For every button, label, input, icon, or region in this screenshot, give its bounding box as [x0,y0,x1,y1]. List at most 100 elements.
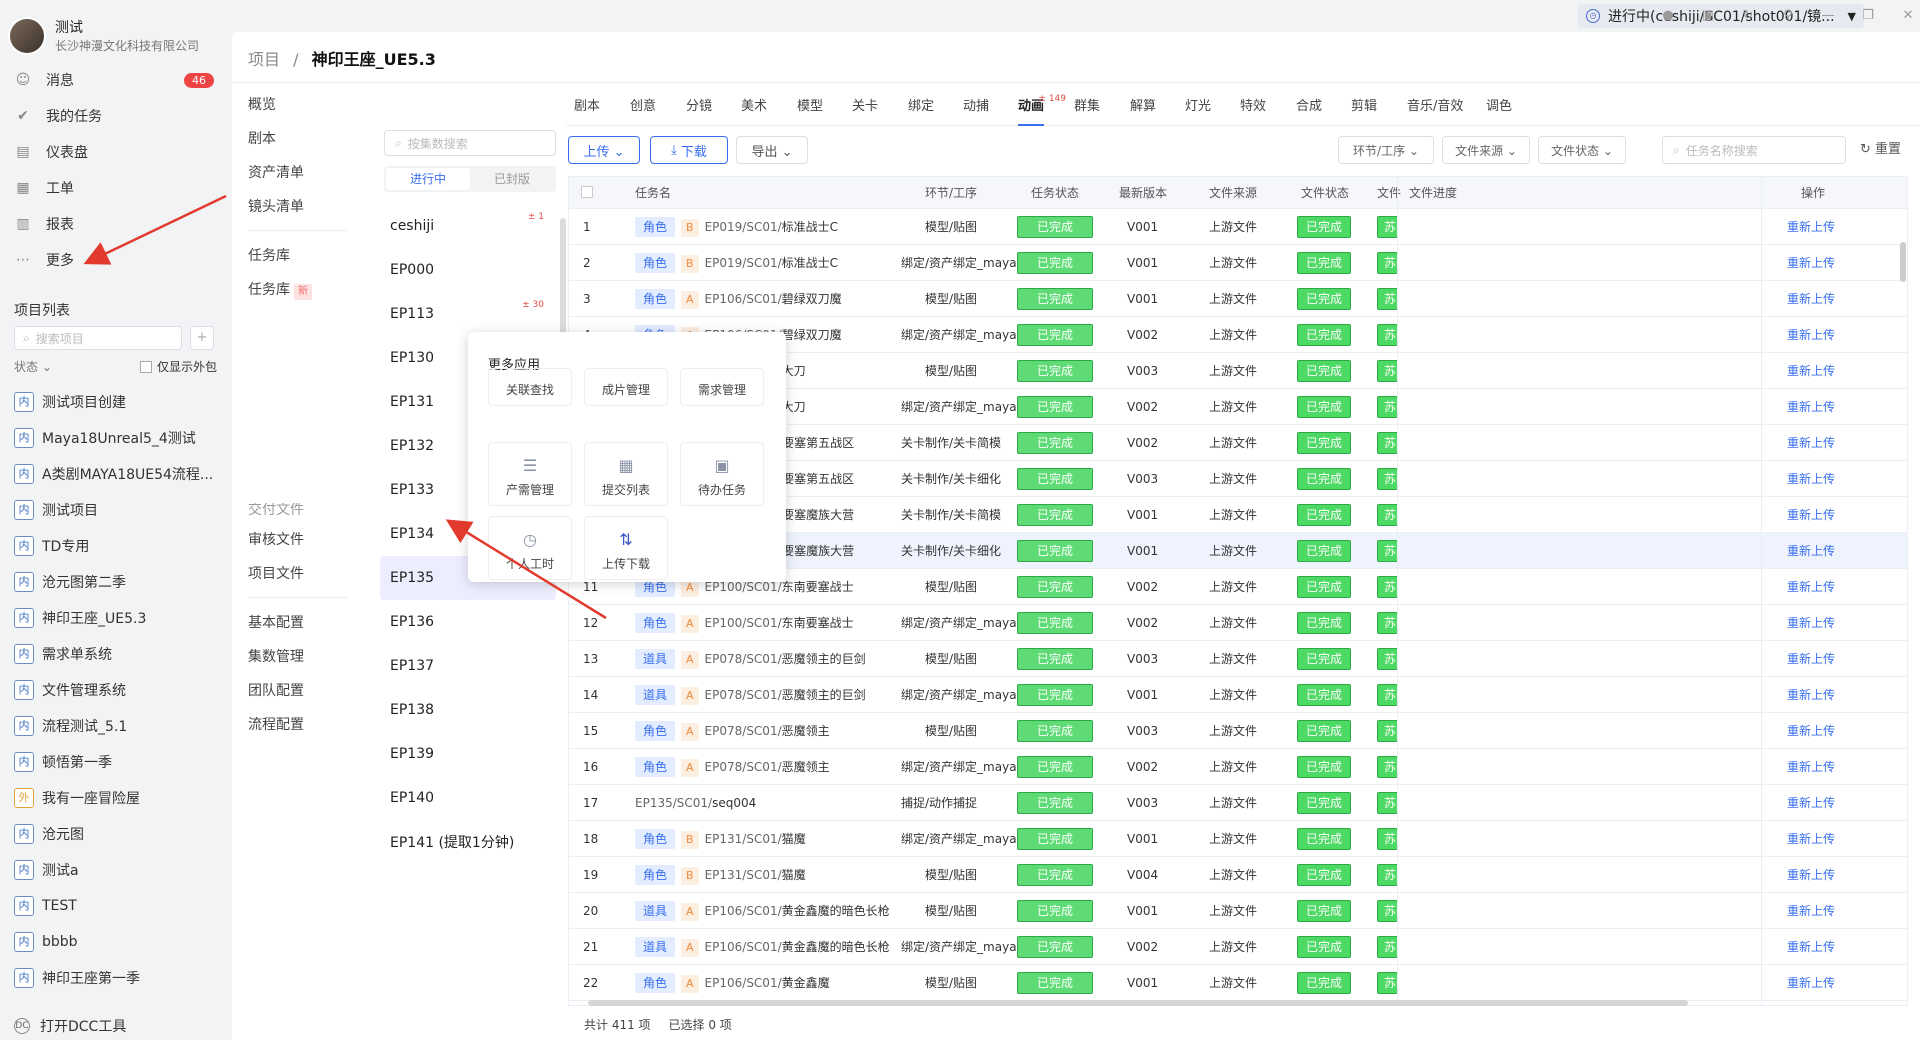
episode-item[interactable]: EP137 [380,644,556,688]
nav-tickets[interactable]: ▦ 工单 [14,170,214,206]
project-item[interactable]: 内沧元图第二季 [14,564,220,600]
app-clock[interactable]: ◷ 个人工时 [488,516,572,580]
subnav-task-library-new[interactable]: 任务库新 [248,273,358,307]
episode-item[interactable]: EP141 (提取1分钟) [380,820,556,864]
tab-10[interactable]: 解算 [1130,88,1156,126]
reupload-link[interactable]: 重新上传 [1787,497,1835,533]
nav-reports[interactable]: ▥ 报表 [14,206,214,242]
upload-button[interactable]: 上传 ⌄ [568,136,640,164]
table-row[interactable]: 3 角色 A EP106/SC01/碧绿双刀魔 模型/贴图 已完成 V001 上游文件 已完成苏… [569,281,1907,317]
tab-15[interactable]: 音乐/音效 [1407,88,1463,126]
reupload-link[interactable]: 重新上传 [1787,929,1835,965]
info-icon[interactable]: ● [1660,8,1676,24]
reupload-link[interactable]: 重新上传 [1787,785,1835,821]
seg-in-progress[interactable]: 进行中 [386,168,470,190]
project-item[interactable]: 外我有一座冒险屋 [14,780,220,816]
table-row[interactable]: 17 EP135/SC01/seq004 捕捉/动作捕捉 已完成 V003 上游文件 已完成… [569,785,1907,821]
table-row[interactable]: 15 角色 A EP078/SC01/恶魔领主 模型/贴图 已完成 V003 上游文件 已完成苏… [569,713,1907,749]
reupload-link[interactable]: 重新上传 [1787,245,1835,281]
app-todo[interactable]: ▣ 待办任务 [680,442,764,506]
reupload-link[interactable]: 重新上传 [1787,461,1835,497]
download-button[interactable]: ⤓ 下载 [650,136,728,164]
reupload-link[interactable]: 重新上传 [1787,209,1835,245]
episode-item[interactable]: EP113 ± 30 [380,292,556,336]
tab-12[interactable]: 特效 [1240,88,1266,126]
episode-item[interactable]: EP000 [380,248,556,292]
subnav-pipeline-config[interactable]: 流程配置 [248,708,358,742]
project-item[interactable]: 内神印王座_UE5.3 [14,600,220,636]
table-vertical-scrollbar[interactable] [1900,242,1906,282]
project-item[interactable]: 内测试a [14,852,220,888]
subnav-episode-management[interactable]: 集数管理 [248,640,358,674]
project-item[interactable]: 内沧元图 [14,816,220,852]
subnav-project-files[interactable]: 项目文件 [248,557,358,591]
tab-3[interactable]: 美术 [741,88,767,126]
tab-9[interactable]: 群集 [1074,88,1100,126]
project-item[interactable]: 内测试项目 [14,492,220,528]
reupload-link[interactable]: 重新上传 [1787,677,1835,713]
tab-16[interactable]: 调色 [1486,88,1512,126]
project-item[interactable]: 内需求单系统 [14,636,220,672]
table-row[interactable]: 1 角色 B EP019/SC01/标准战士C 模型/贴图 已完成 V001 上游文件 已完成苏… [569,209,1907,245]
tab-11[interactable]: 灯光 [1185,88,1211,126]
user-profile[interactable]: 测试 长沙神漫文化科技有限公司 [8,16,199,56]
task-search-input[interactable]: ⌕ 任务名称搜索 [1662,136,1846,164]
tab-2[interactable]: 分镜 [686,88,712,126]
tab-14[interactable]: 剪辑 [1351,88,1377,126]
tab-8[interactable]: 动画 ± 149 [1018,88,1066,126]
filter-status-select[interactable]: 文件状态 ⌄ [1538,136,1626,164]
episode-item[interactable]: EP138 [380,688,556,732]
nav-messages[interactable]: ☺ 消息 46 [14,62,214,98]
reupload-link[interactable]: 重新上传 [1787,605,1835,641]
reupload-link[interactable]: 重新上传 [1787,425,1835,461]
project-item[interactable]: 内顿悟第一季 [14,744,220,780]
close-icon[interactable]: ✕ [1900,8,1916,24]
table-row[interactable]: 18 角色 B EP131/SC01/猫魔 绑定/资产绑定_maya 已完成 V001 上游文… [569,821,1907,857]
tab-1[interactable]: 创意 [630,88,656,126]
avatar[interactable] [8,17,46,55]
tab-13[interactable]: 合成 [1296,88,1322,126]
reupload-link[interactable]: 重新上传 [1787,749,1835,785]
project-item[interactable]: 内流程测试_5.1 [14,708,220,744]
project-item[interactable]: 内 TD专用 [14,528,220,564]
subnav-task-library[interactable]: 任务库 [248,239,358,273]
subnav-overview[interactable]: 概览 [248,88,358,122]
reupload-link[interactable]: 重新上传 [1787,821,1835,857]
project-item[interactable]: 内文件管理系统 [14,672,220,708]
reupload-link[interactable]: 重新上传 [1787,317,1835,353]
reupload-link[interactable]: 重新上传 [1787,965,1835,1001]
reupload-link[interactable]: 重新上传 [1787,893,1835,929]
subnav-basic-config[interactable]: 基本配置 [248,606,358,640]
reupload-link[interactable]: 重新上传 [1787,533,1835,569]
outsource-only-checkbox[interactable]: 仅显示外包 [140,358,217,375]
nav-dashboard[interactable]: ▤ 仪表盘 [14,134,214,170]
episode-item[interactable]: EP140 [380,776,556,820]
app-upload-download[interactable]: ⇅ 上传下载 [584,516,668,580]
project-item[interactable]: 内 Maya18Unreal5_4测试 [14,420,220,456]
reupload-link[interactable]: 重新上传 [1787,569,1835,605]
subnav-team-config[interactable]: 团队配置 [248,674,358,708]
episode-item[interactable]: EP139 [380,732,556,776]
app-production[interactable]: ☰ 产需管理 [488,442,572,506]
screen-icon[interactable]: ▣ [1700,8,1716,24]
seg-locked[interactable]: 已封版 [470,168,554,190]
status-filter[interactable]: 状态 ⌄ [14,358,52,375]
reupload-link[interactable]: 重新上传 [1787,857,1835,893]
tab-4[interactable]: 模型 [797,88,823,126]
scroll-thumb[interactable] [588,1000,1688,1006]
tab-7[interactable]: 动捕 [963,88,989,126]
project-item[interactable]: 内测试项目创建 [14,384,220,420]
table-row[interactable]: 14 道具 A EP078/SC01/恶魔领主的巨剑 绑定/资产绑定_maya 已完成 V0… [569,677,1907,713]
table-row[interactable]: 21 道具 A EP106/SC01/黄金鑫魔的暗色长枪 绑定/资产绑定_maya 已完成… [569,929,1907,965]
filter-source-select[interactable]: 文件来源 ⌄ [1442,136,1530,164]
breadcrumb-root[interactable]: 项目 [248,50,280,69]
app-submit-list[interactable]: ▦ 提交列表 [584,442,668,506]
tab-5[interactable]: 关卡 [852,88,878,126]
project-item[interactable]: 内 bbbb [14,924,220,960]
app-requirement[interactable]: 需求管理 [680,368,764,406]
subnav-script[interactable]: 剧本 [248,122,358,156]
nav-my-tasks[interactable]: ✔ 我的任务 [14,98,214,134]
tab-0[interactable]: 剧本 [574,88,600,126]
table-horizontal-scrollbar[interactable] [568,1000,1908,1006]
episode-item[interactable]: ceshiji ± 1 [380,204,556,248]
